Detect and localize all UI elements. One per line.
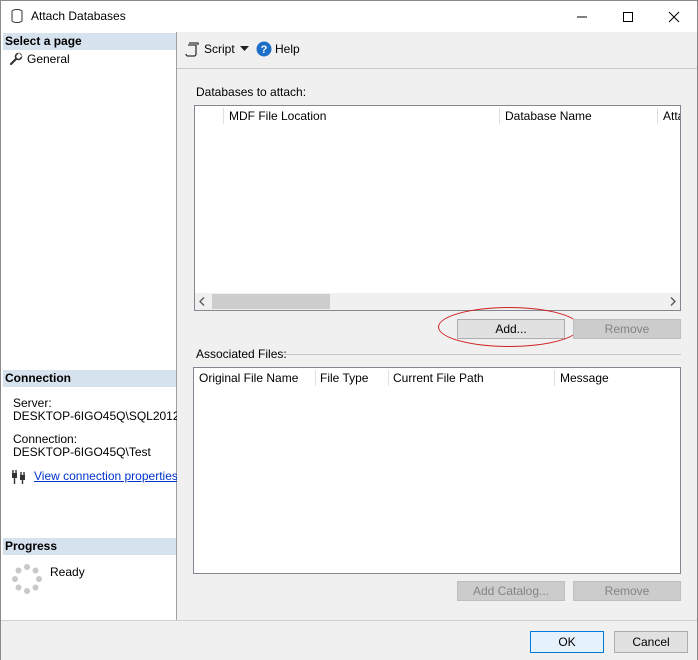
databases-to-attach-label: Databases to attach: bbox=[196, 85, 307, 99]
column-header-mdf-file-location[interactable]: MDF File Location bbox=[229, 106, 499, 126]
title-bar[interactable]: Attach Databases bbox=[1, 1, 697, 32]
script-button[interactable]: Script bbox=[204, 42, 235, 56]
cancel-button[interactable]: Cancel bbox=[614, 631, 688, 653]
connection-header: Connection bbox=[3, 370, 176, 387]
column-header-current-file-path[interactable]: Current File Path bbox=[393, 368, 553, 388]
plug-icon bbox=[12, 470, 25, 484]
main-content: Databases to attach: MDF File Location D… bbox=[177, 69, 697, 620]
column-separator bbox=[499, 108, 500, 124]
highlight-ellipse bbox=[438, 307, 580, 347]
column-header-original-file-name[interactable]: Original File Name bbox=[199, 368, 314, 388]
group-divider bbox=[281, 354, 681, 355]
script-icon[interactable] bbox=[185, 41, 201, 57]
associated-files-grid[interactable]: Original File Name File Type Current Fil… bbox=[193, 367, 681, 574]
minimize-icon bbox=[577, 16, 587, 18]
minimize-button[interactable] bbox=[559, 1, 605, 32]
chevron-left-icon[interactable] bbox=[199, 297, 205, 306]
server-value: DESKTOP-6IGO45Q\SQL2012 bbox=[13, 409, 180, 423]
column-separator bbox=[388, 370, 389, 386]
column-header-database-name[interactable]: Database Name bbox=[505, 106, 655, 126]
column-header-message[interactable]: Message bbox=[560, 368, 670, 388]
server-label: Server: bbox=[13, 396, 52, 410]
dialog-footer: OK Cancel bbox=[1, 620, 697, 660]
progress-status: Ready bbox=[50, 565, 85, 579]
progress-spinner-icon bbox=[12, 564, 42, 594]
chevron-down-icon[interactable] bbox=[240, 46, 249, 52]
maximize-button[interactable] bbox=[605, 1, 651, 32]
ok-button[interactable]: OK bbox=[530, 631, 604, 653]
progress-header: Progress bbox=[3, 538, 176, 555]
horizontal-scrollbar[interactable] bbox=[195, 293, 680, 310]
chevron-right-icon[interactable] bbox=[670, 297, 676, 306]
column-separator bbox=[315, 370, 316, 386]
maximize-icon bbox=[623, 12, 633, 22]
database-icon bbox=[11, 9, 23, 23]
column-separator bbox=[657, 108, 658, 124]
column-separator bbox=[223, 108, 224, 124]
svg-text:?: ? bbox=[261, 44, 268, 56]
databases-grid[interactable]: MDF File Location Database Name Atta bbox=[194, 105, 681, 311]
help-icon[interactable]: ? bbox=[256, 41, 272, 57]
connection-value: DESKTOP-6IGO45Q\Test bbox=[13, 445, 151, 459]
remove-file-button[interactable]: Remove bbox=[573, 581, 681, 601]
wrench-icon bbox=[9, 52, 23, 66]
help-button[interactable]: Help bbox=[275, 42, 300, 56]
attach-databases-dialog: Attach Databases Select a page General C… bbox=[0, 0, 698, 660]
sidebar-item-label: General bbox=[27, 52, 70, 66]
view-connection-properties-link[interactable]: View connection properties bbox=[34, 469, 178, 483]
add-catalog-button[interactable]: Add Catalog... bbox=[457, 581, 565, 601]
window-title: Attach Databases bbox=[31, 9, 126, 23]
remove-database-button[interactable]: Remove bbox=[573, 319, 681, 339]
sidebar: Select a page General Connection Server:… bbox=[1, 32, 180, 620]
close-button[interactable] bbox=[651, 1, 697, 32]
toolbar: Script ? Help bbox=[177, 32, 697, 69]
column-header-file-type[interactable]: File Type bbox=[320, 368, 388, 388]
close-icon bbox=[668, 11, 680, 23]
select-page-header: Select a page bbox=[3, 33, 176, 50]
column-separator bbox=[554, 370, 555, 386]
scrollbar-thumb[interactable] bbox=[212, 294, 330, 309]
associated-files-label: Associated Files: bbox=[196, 347, 287, 361]
column-header-attach-as[interactable]: Atta bbox=[663, 106, 680, 126]
connection-label: Connection: bbox=[13, 432, 78, 446]
